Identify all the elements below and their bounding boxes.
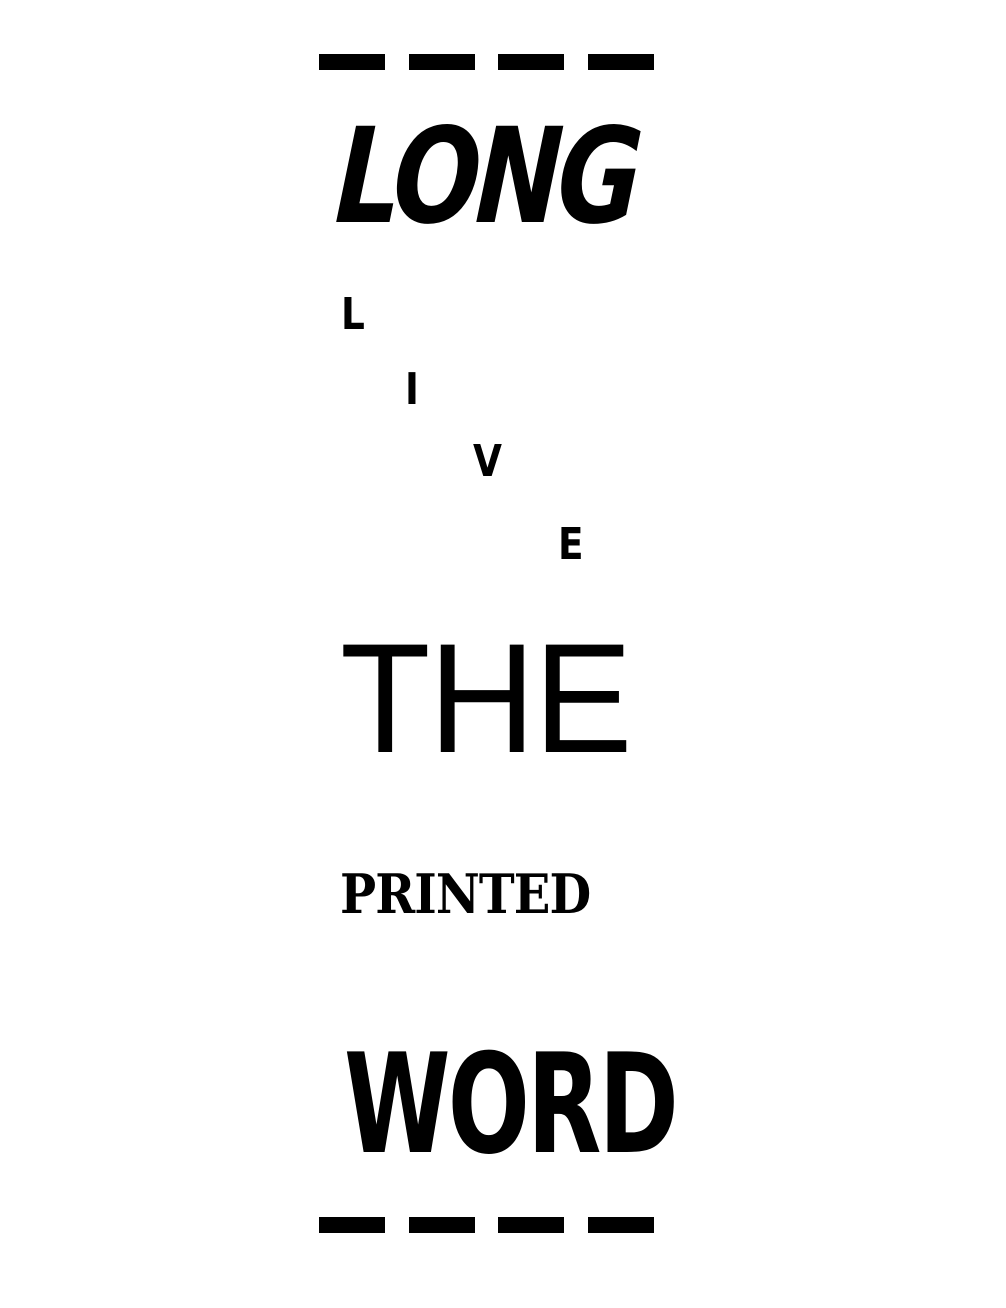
live-letter-v: V [473,436,502,487]
dash [409,54,475,70]
bottom-dash-rule [319,1217,655,1233]
dash [588,54,654,70]
dash [588,1217,654,1233]
live-letter-i: I [405,364,419,415]
live-letter-l: L [341,289,365,340]
word-long: LONG [332,100,643,254]
word-the: THE [340,612,633,786]
word-word: WORD [344,1024,679,1185]
live-letter-e: E [558,519,584,570]
dash [319,1217,385,1233]
dash [498,54,564,70]
top-dash-rule [319,54,655,70]
dash [319,54,385,70]
dash [409,1217,475,1233]
word-printed: PRINTED [340,862,591,926]
dash [498,1217,564,1233]
